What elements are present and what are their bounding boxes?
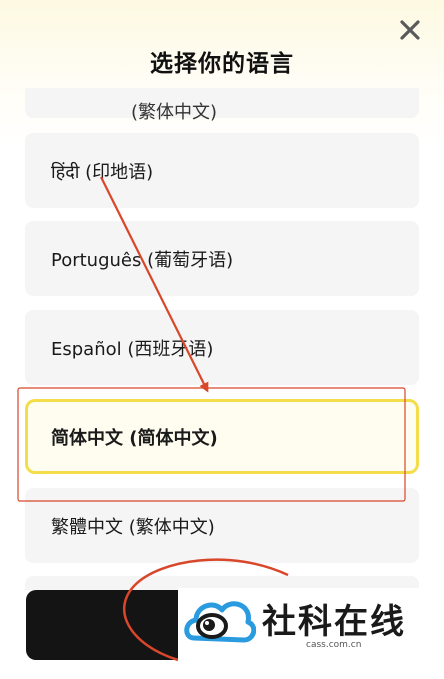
watermark-text: 社科在线	[262, 602, 406, 642]
language-option-portuguese[interactable]: Português (葡萄牙语)	[25, 221, 419, 296]
language-option-hindi[interactable]: हिंदी (印地语)	[25, 133, 419, 208]
watermark: 社科在线 cass.com.cn	[178, 588, 444, 679]
language-list[interactable]: (繁体中文) हिंदी (印地语) Português (葡萄牙语) Espa…	[0, 88, 444, 590]
language-selection-sheet: 选择你的语言 (繁体中文) हिंदी (印地语) Português (葡萄牙…	[0, 0, 444, 679]
language-option-traditional-chinese[interactable]: 繁體中文 (繁体中文)	[25, 488, 419, 563]
language-option-label: 简体中文 (简体中文)	[51, 427, 218, 449]
language-option-traditional-partial[interactable]: (繁体中文)	[25, 88, 419, 123]
language-option-spanish[interactable]: Español (西班牙语)	[25, 310, 419, 385]
watermark-url: cass.com.cn	[306, 640, 362, 650]
language-option-label: Español (西班牙语)	[51, 338, 214, 360]
cloud-eye-logo-icon	[184, 601, 256, 643]
language-option-label: हिंदी (印地语)	[51, 161, 154, 183]
close-icon[interactable]	[398, 18, 422, 42]
page-title: 选择你的语言	[150, 51, 294, 77]
language-option-simplified-chinese[interactable]: 简体中文 (简体中文)	[25, 399, 419, 474]
language-option-label: (繁体中文)	[131, 101, 218, 123]
language-option-label: 繁體中文 (繁体中文)	[51, 516, 215, 538]
language-option-label: Português (葡萄牙语)	[51, 249, 234, 271]
